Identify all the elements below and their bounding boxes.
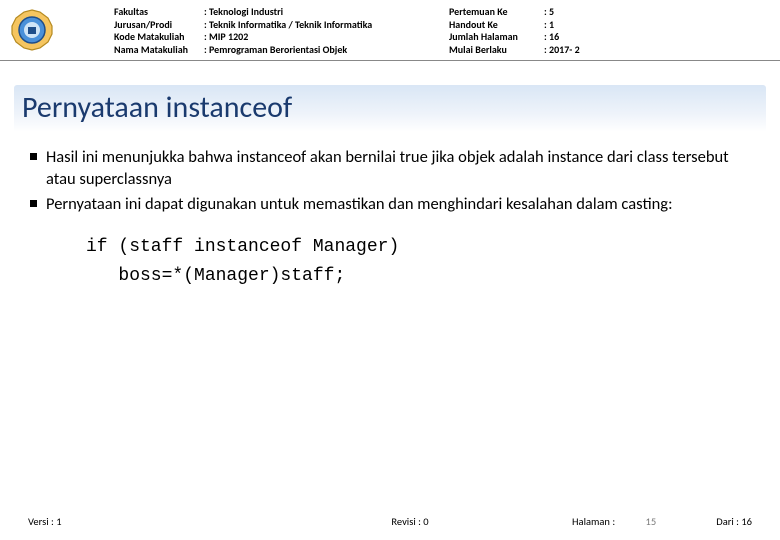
section-title: Pernyataan instanceof	[22, 89, 758, 126]
slide-header: Fakultas Jurusan/Prodi Kode Matakuliah N…	[0, 0, 780, 61]
label-fakultas: Fakultas	[114, 6, 204, 19]
label-nama: Nama Matakuliah	[114, 44, 204, 57]
section-title-bar: Pernyataan instanceof	[14, 85, 766, 132]
label-pertemuan: Pertemuan Ke	[449, 6, 544, 19]
bullet-item: Hasil ini menunjukka bahwa instanceof ak…	[30, 146, 750, 191]
slide-content: Hasil ini menunjukka bahwa instanceof ak…	[0, 132, 780, 290]
value-kode: : MIP 1202	[204, 31, 449, 44]
footer-versi: Versi : 1	[28, 515, 248, 528]
footer-revisi: Revisi : 0	[248, 515, 572, 528]
footer-halaman-label: Halaman :	[572, 515, 615, 528]
value-jumlah: : 16	[544, 31, 599, 44]
university-logo-icon	[10, 8, 54, 52]
footer-halaman: Halaman : 15	[572, 515, 692, 528]
bullet-text: Pernyataan ini dapat digunakan untuk mem…	[46, 194, 672, 214]
slide-footer: Versi : 1 Revisi : 0 Halaman : 15 Dari :…	[0, 515, 780, 528]
value-mulai: : 2017- 2	[544, 44, 599, 57]
value-pertemuan: : 5	[544, 6, 599, 19]
code-sample: if (staff instanceof Manager) boss=*(Man…	[86, 233, 750, 291]
bullet-item: Pernyataan ini dapat digunakan untuk mem…	[30, 193, 750, 215]
label-jumlah: Jumlah Halaman	[449, 31, 544, 44]
footer-dari: Dari : 16	[692, 515, 752, 528]
value-nama: : Pemrograman Berorientasi Objek	[204, 44, 449, 57]
bullet-text: Hasil ini menunjukka bahwa instanceof ak…	[46, 147, 729, 189]
header-meta: Fakultas Jurusan/Prodi Kode Matakuliah N…	[114, 6, 770, 56]
label-mulai: Mulai Berlaku	[449, 44, 544, 57]
value-fakultas: : Teknologi Industri	[204, 6, 449, 19]
label-kode: Kode Matakuliah	[114, 31, 204, 44]
footer-halaman-number: 15	[646, 515, 657, 528]
